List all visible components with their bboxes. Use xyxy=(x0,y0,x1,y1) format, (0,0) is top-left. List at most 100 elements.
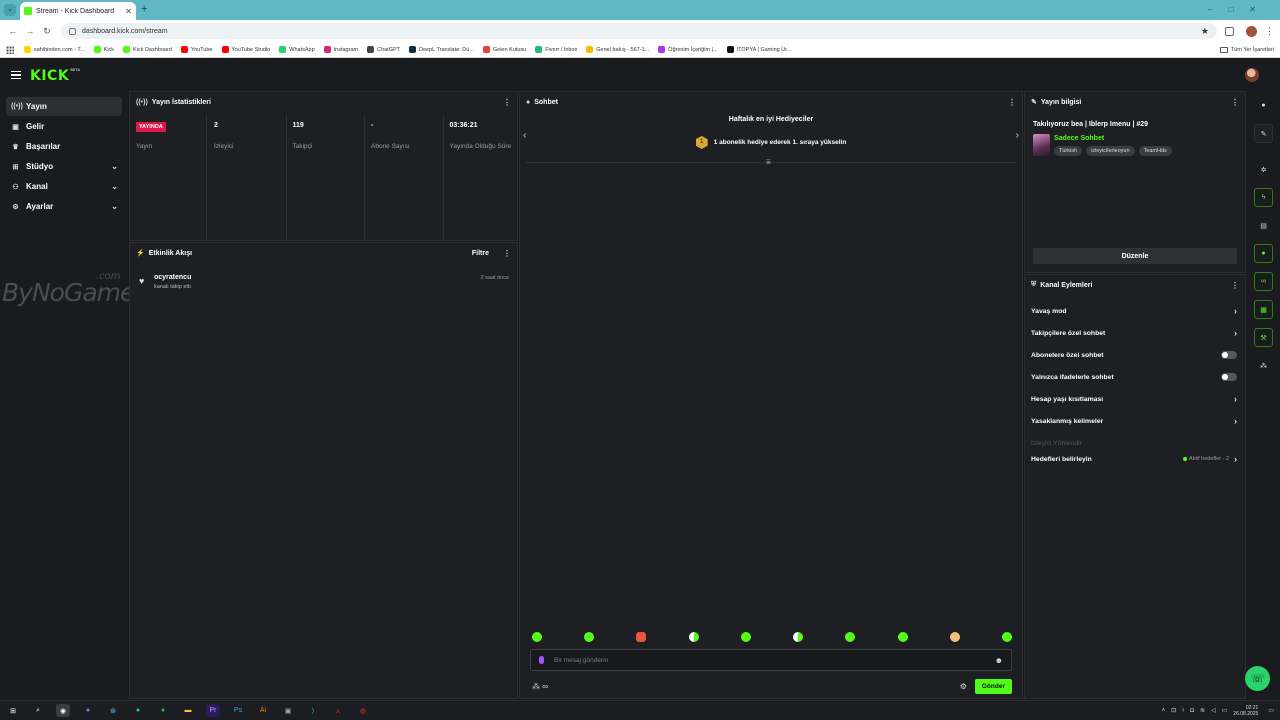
new-tab-icon[interactable]: + xyxy=(141,3,147,15)
collapse-icon[interactable]: ⩸ xyxy=(766,157,771,167)
sidebar-item[interactable]: ⚇ Kanal ⌄ xyxy=(6,177,122,196)
help-chat-button[interactable]: ☏ xyxy=(1245,666,1270,691)
send-button[interactable]: Gönder xyxy=(974,678,1012,694)
profile-avatar[interactable] xyxy=(1246,25,1257,37)
points-icon[interactable]: ⁂ ∞ xyxy=(532,682,548,691)
emote-icon[interactable] xyxy=(1001,632,1012,642)
tray-arrow-icon[interactable]: ˄ xyxy=(1162,708,1166,714)
battery-icon[interactable]: ▭ xyxy=(1222,707,1228,714)
apps-grid-icon[interactable] xyxy=(6,45,14,54)
system-clock[interactable]: 02:21 26.08.2025 xyxy=(1233,705,1258,717)
close-tab-icon[interactable]: ✕ xyxy=(125,7,132,16)
back-icon[interactable]: ← xyxy=(6,26,20,36)
emote-icon[interactable] xyxy=(793,632,804,642)
channel-action-row[interactable]: Yalnızca ifadelerle sohbet xyxy=(1031,370,1237,384)
emote-icon[interactable] xyxy=(740,632,751,642)
site-info-icon[interactable] xyxy=(69,27,76,35)
edit-button[interactable]: Düzenle xyxy=(1033,248,1237,264)
acrobat-icon[interactable]: ⋏ xyxy=(331,704,345,717)
sidebar-item[interactable]: ⚙ Ayarlar ⌄ xyxy=(6,197,122,216)
info-icon[interactable]: ● xyxy=(1254,96,1273,115)
channel-action-row[interactable]: Yavaş mod › xyxy=(1031,304,1237,318)
channel-action-row[interactable]: Takipçilere özel sohbet › xyxy=(1031,326,1237,340)
sidebar-item[interactable]: ⊞ Stüdyo ⌄ xyxy=(6,157,122,176)
channel-action-row[interactable]: Hesap yaşı kısıtlaması › xyxy=(1031,392,1237,406)
set-goals-row[interactable]: Hedefleri belirleyin Aktif hedefler - 2 … xyxy=(1031,452,1237,466)
premiere-icon[interactable]: Pr xyxy=(206,704,220,717)
chat-input-box[interactable]: ☻ xyxy=(530,649,1012,671)
browser-tab[interactable]: Stream - Kick Dashboard ✕ xyxy=(20,2,136,20)
emote-icon[interactable] xyxy=(949,632,960,642)
stream-tag[interactable]: izleyicilerleoyun xyxy=(1086,146,1135,156)
wrench-icon[interactable]: ⚒ xyxy=(1254,328,1273,347)
app-icon[interactable]: ▣ xyxy=(281,704,295,717)
bookmark-item[interactable]: Gelen Kutusu xyxy=(482,46,526,53)
emote-icon[interactable] xyxy=(532,632,542,642)
bookmark-item[interactable]: ITOPYA | Gaming Ür... xyxy=(726,46,791,53)
toggle-switch[interactable] xyxy=(1221,373,1237,381)
emote-icon[interactable] xyxy=(636,632,647,642)
wifi-icon[interactable]: ≋ xyxy=(1200,707,1205,714)
emote-icon[interactable] xyxy=(688,632,699,642)
spotify-icon[interactable]: ● xyxy=(156,704,170,717)
bookmark-item[interactable]: YouTube Studio xyxy=(221,46,270,53)
address-bar[interactable]: dashboard.kick.com/stream ★ xyxy=(61,23,1217,39)
notifications-icon[interactable]: ▭ xyxy=(1268,707,1274,714)
steam-icon[interactable]: ⊛ xyxy=(106,704,120,717)
bug-icon[interactable]: ✲ xyxy=(1254,160,1273,179)
activity-menu-icon[interactable]: ⋮ xyxy=(503,249,511,258)
tab-search-icon[interactable]: ⌄ xyxy=(4,4,16,16)
stream-tag[interactable]: Türkish xyxy=(1054,146,1083,156)
bookmark-item[interactable]: YouTube xyxy=(180,46,213,53)
vscode-icon[interactable]: ⟩ xyxy=(306,704,320,717)
obs-icon[interactable]: ◍ xyxy=(356,704,370,717)
bookmark-item[interactable]: Fiverr / Inbox xyxy=(535,46,577,53)
network-tray-icon[interactable]: ⊡ xyxy=(1171,707,1176,714)
sidebar-item[interactable]: ▣ Gelir xyxy=(6,117,122,136)
stream-info-menu-icon[interactable]: ⋮ xyxy=(1231,98,1239,107)
channel-action-row[interactable]: Abonelere özel sohbet xyxy=(1031,348,1237,362)
volume-icon[interactable]: ◁ xyxy=(1211,707,1216,714)
chat-icon[interactable]: ● xyxy=(1254,244,1273,263)
layout-icon[interactable]: ▦ xyxy=(1254,300,1273,319)
whatsapp-icon[interactable]: ● xyxy=(131,704,145,717)
sidebar-item[interactable]: ♛ Başarılar xyxy=(6,137,122,156)
channel-actions-menu-icon[interactable]: ⋮ xyxy=(1231,281,1239,290)
chrome-icon[interactable]: ◉ xyxy=(56,704,70,717)
forward-icon[interactable]: → xyxy=(23,26,37,36)
toggle-switch[interactable] xyxy=(1221,351,1237,359)
search-icon[interactable]: ⌕ xyxy=(31,704,45,717)
bookmark-item[interactable]: Kick Dashboard xyxy=(123,46,172,53)
extensions-icon[interactable] xyxy=(1225,26,1234,36)
emote-icon[interactable] xyxy=(897,632,908,642)
bookmark-item[interactable]: Öğrenim İçeriğim |... xyxy=(658,46,718,53)
emote-icon[interactable] xyxy=(845,632,856,642)
bookmark-item[interactable]: Genel bakış - 567-1... xyxy=(586,46,649,53)
user-avatar[interactable] xyxy=(1245,68,1259,82)
chat-settings-icon[interactable]: ⚙ xyxy=(960,682,967,691)
all-bookmarks[interactable]: Tüm Yer İşaretleri xyxy=(1219,46,1274,53)
filter-button[interactable]: Filtre xyxy=(472,250,489,257)
bookmark-item[interactable]: WhatsApp xyxy=(279,46,315,53)
illustrator-icon[interactable]: Ai xyxy=(256,704,270,717)
windows-start-icon[interactable]: ⊞ xyxy=(6,704,20,717)
stats-menu-icon[interactable]: ⋮ xyxy=(503,98,511,107)
kick-logo[interactable]: KICKBETA xyxy=(30,68,80,84)
bookmark-item[interactable]: Kick xyxy=(93,46,114,53)
chat-menu-icon[interactable]: ⋮ xyxy=(1008,98,1016,107)
edit-icon[interactable]: ✎ xyxy=(1254,124,1273,143)
bookmark-item[interactable]: ChatGPT xyxy=(367,46,400,53)
channel-action-row[interactable]: Yasaklanmış kelimeler › xyxy=(1031,414,1237,428)
mic-tray-icon[interactable]: ♮ xyxy=(1182,707,1184,714)
bookmark-item[interactable]: DeepL Translate: Dü... xyxy=(409,46,474,53)
bookmark-item[interactable]: Instagram xyxy=(323,46,358,53)
window-controls[interactable]: –□✕ xyxy=(1208,5,1272,14)
stream-tag[interactable]: TeamHds xyxy=(1138,146,1172,156)
bookmark-item[interactable]: sahibinden.com - T... xyxy=(24,46,85,53)
event-user[interactable]: ocyratencu xyxy=(154,274,191,281)
stream-category[interactable]: Sadece Sohbet xyxy=(1054,135,1104,142)
document-icon[interactable]: ▤ xyxy=(1254,216,1273,235)
mic-icon[interactable] xyxy=(539,656,544,664)
photoshop-icon[interactable]: Ps xyxy=(231,704,245,717)
reload-icon[interactable]: ↻ xyxy=(40,26,54,37)
